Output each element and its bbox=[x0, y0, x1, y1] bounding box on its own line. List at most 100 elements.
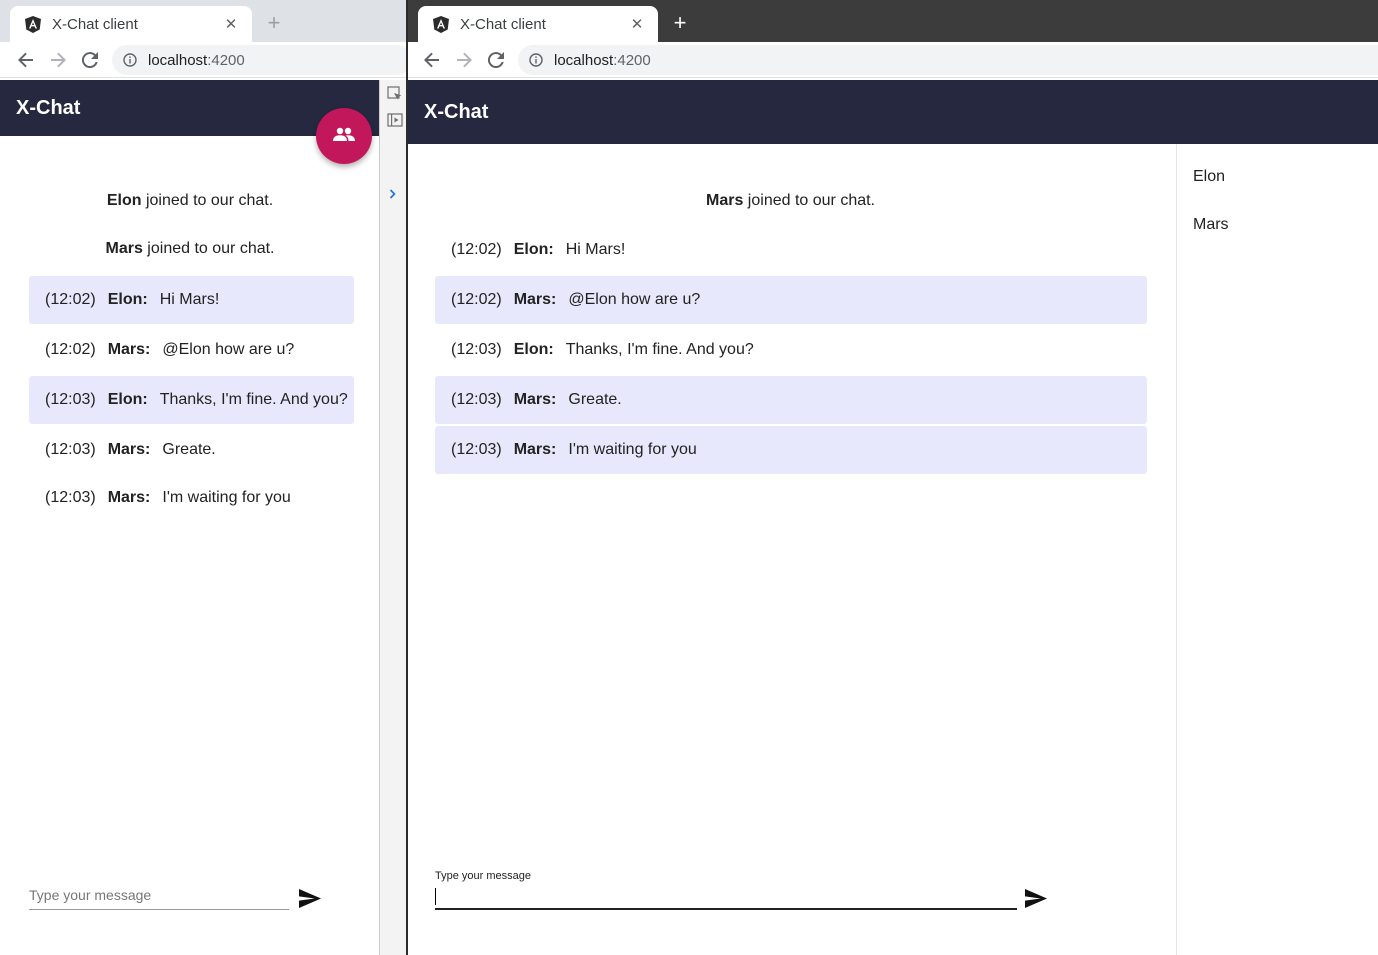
message-time: (12:03) bbox=[45, 391, 96, 408]
user-list-item[interactable]: Elon bbox=[1193, 168, 1225, 186]
app-toolbar: X-Chat bbox=[408, 80, 1378, 144]
forward-icon[interactable] bbox=[452, 48, 476, 72]
message-text: Hi Mars! bbox=[565, 241, 626, 258]
browser-toolbar: localhost:4200 bbox=[0, 42, 406, 78]
close-tab-icon[interactable]: ✕ bbox=[222, 15, 240, 33]
inspect-element-icon[interactable] bbox=[387, 86, 403, 102]
message-text: Greate. bbox=[162, 441, 216, 458]
text-caret bbox=[435, 888, 436, 905]
message-input[interactable]: Type your message bbox=[435, 870, 1017, 910]
users-sidebar: Elon Mars bbox=[1176, 144, 1378, 955]
chat-message: (12:03) Mars: I'm waiting for you bbox=[435, 426, 1147, 474]
app-title: X-Chat bbox=[424, 100, 489, 123]
message-input-label: Type your message bbox=[435, 870, 531, 882]
forward-icon[interactable] bbox=[46, 48, 70, 72]
tab-title: X-Chat client bbox=[460, 15, 546, 33]
message-time: (12:03) bbox=[451, 341, 502, 358]
left-browser-window: X-Chat client ✕ + localhost:4200 X-Chat … bbox=[0, 0, 406, 955]
message-text: I'm waiting for you bbox=[162, 489, 291, 506]
browser-tab[interactable]: X-Chat client ✕ bbox=[10, 6, 252, 42]
angular-icon bbox=[432, 15, 450, 33]
expand-chevron-icon[interactable] bbox=[389, 186, 405, 202]
chat-message: (12:03) Mars: Greate. bbox=[435, 376, 1147, 424]
system-message-user: Mars bbox=[706, 192, 744, 209]
message-text: I'm waiting for you bbox=[568, 441, 697, 458]
chat-message: (12:03) Mars: Greate. bbox=[29, 426, 354, 474]
message-author: Mars: bbox=[107, 341, 151, 358]
tab-strip: X-Chat client ✕ + bbox=[0, 0, 406, 42]
send-icon[interactable] bbox=[1022, 884, 1050, 912]
new-tab-icon[interactable]: + bbox=[262, 12, 286, 34]
message-text: Thanks, I'm fine. And you? bbox=[565, 341, 754, 358]
message-time: (12:03) bbox=[451, 391, 502, 408]
user-list-item[interactable]: Mars bbox=[1193, 216, 1229, 234]
message-author: Elon: bbox=[513, 241, 554, 258]
message-author: Elon: bbox=[107, 291, 148, 308]
message-author: Mars: bbox=[513, 391, 557, 408]
message-author: Mars: bbox=[107, 489, 151, 506]
new-tab-icon[interactable]: + bbox=[668, 12, 692, 34]
browser-tab[interactable]: X-Chat client ✕ bbox=[418, 6, 658, 42]
message-author: Mars: bbox=[107, 441, 151, 458]
message-time: (12:02) bbox=[45, 341, 96, 358]
message-time: (12:03) bbox=[451, 441, 502, 458]
message-author: Mars: bbox=[513, 441, 557, 458]
address-bar[interactable]: localhost:4200 bbox=[518, 45, 1378, 75]
message-text: @Elon how are u? bbox=[162, 341, 295, 358]
url-text: localhost:4200 bbox=[554, 52, 651, 69]
reload-icon[interactable] bbox=[484, 48, 508, 72]
message-time: (12:02) bbox=[451, 291, 502, 308]
chat-message: (12:02) Mars: @Elon how are u? bbox=[29, 326, 354, 374]
users-fab-button[interactable] bbox=[316, 108, 372, 164]
browser-toolbar: localhost:4200 bbox=[408, 42, 1378, 78]
message-author: Elon: bbox=[107, 391, 148, 408]
back-icon[interactable] bbox=[420, 48, 444, 72]
info-icon[interactable] bbox=[528, 52, 544, 68]
app-title: X-Chat bbox=[16, 96, 81, 119]
chat-message: (12:02) Mars: @Elon how are u? bbox=[435, 276, 1147, 324]
url-port: :4200 bbox=[613, 51, 651, 69]
address-bar[interactable]: localhost:4200 bbox=[112, 45, 406, 75]
tab-strip: X-Chat client ✕ + bbox=[408, 0, 1378, 42]
reload-icon[interactable] bbox=[78, 48, 102, 72]
system-message-text: joined to our chat. bbox=[142, 240, 275, 257]
message-text: Greate. bbox=[568, 391, 622, 408]
message-time: (12:03) bbox=[45, 441, 96, 458]
info-icon[interactable] bbox=[122, 52, 138, 68]
message-input-placeholder: Type your message bbox=[29, 887, 152, 903]
people-icon bbox=[333, 127, 355, 146]
message-text: Hi Mars! bbox=[159, 291, 220, 308]
chat-message: (12:02) Elon: Hi Mars! bbox=[435, 226, 1147, 274]
url-host: localhost bbox=[148, 51, 208, 69]
message-time: (12:02) bbox=[451, 241, 502, 258]
system-message: Mars joined to our chat. bbox=[408, 192, 1173, 210]
system-message-user: Mars bbox=[105, 240, 143, 257]
message-author: Mars: bbox=[513, 291, 557, 308]
chat-app: X-Chat Elon joined to our chat. Mars joi… bbox=[0, 80, 379, 955]
tab-title: X-Chat client bbox=[52, 15, 138, 33]
system-message-user: Elon bbox=[106, 192, 142, 209]
system-message-text: joined to our chat. bbox=[743, 192, 875, 209]
close-tab-icon[interactable]: ✕ bbox=[628, 15, 646, 33]
url-port: :4200 bbox=[207, 51, 245, 69]
input-underline bbox=[435, 908, 1017, 910]
message-time: (12:03) bbox=[45, 489, 96, 506]
right-browser-window: X-Chat client ✕ + localhost:4200 X-Chat … bbox=[408, 0, 1378, 955]
chat-message: (12:03) Elon: Thanks, I'm fine. And you? bbox=[29, 376, 354, 424]
input-underline bbox=[29, 909, 289, 910]
message-text: @Elon how are u? bbox=[568, 291, 701, 308]
chat-message: (12:03) Elon: Thanks, I'm fine. And you? bbox=[435, 326, 1147, 374]
system-message: Elon joined to our chat. bbox=[0, 192, 380, 210]
message-input[interactable]: Type your message bbox=[29, 882, 289, 910]
chat-message: (12:03) Mars: I'm waiting for you bbox=[29, 474, 354, 522]
system-message-text: joined to our chat. bbox=[141, 192, 274, 209]
devtools-panel-edge bbox=[379, 80, 406, 955]
url-text: localhost:4200 bbox=[148, 52, 245, 69]
back-icon[interactable] bbox=[14, 48, 38, 72]
url-host: localhost bbox=[554, 51, 614, 69]
angular-icon bbox=[24, 15, 42, 33]
device-toolbar-icon[interactable] bbox=[387, 112, 403, 128]
system-message: Mars joined to our chat. bbox=[0, 240, 380, 258]
chat-message: (12:02) Elon: Hi Mars! bbox=[29, 276, 354, 324]
send-icon[interactable] bbox=[296, 884, 324, 912]
